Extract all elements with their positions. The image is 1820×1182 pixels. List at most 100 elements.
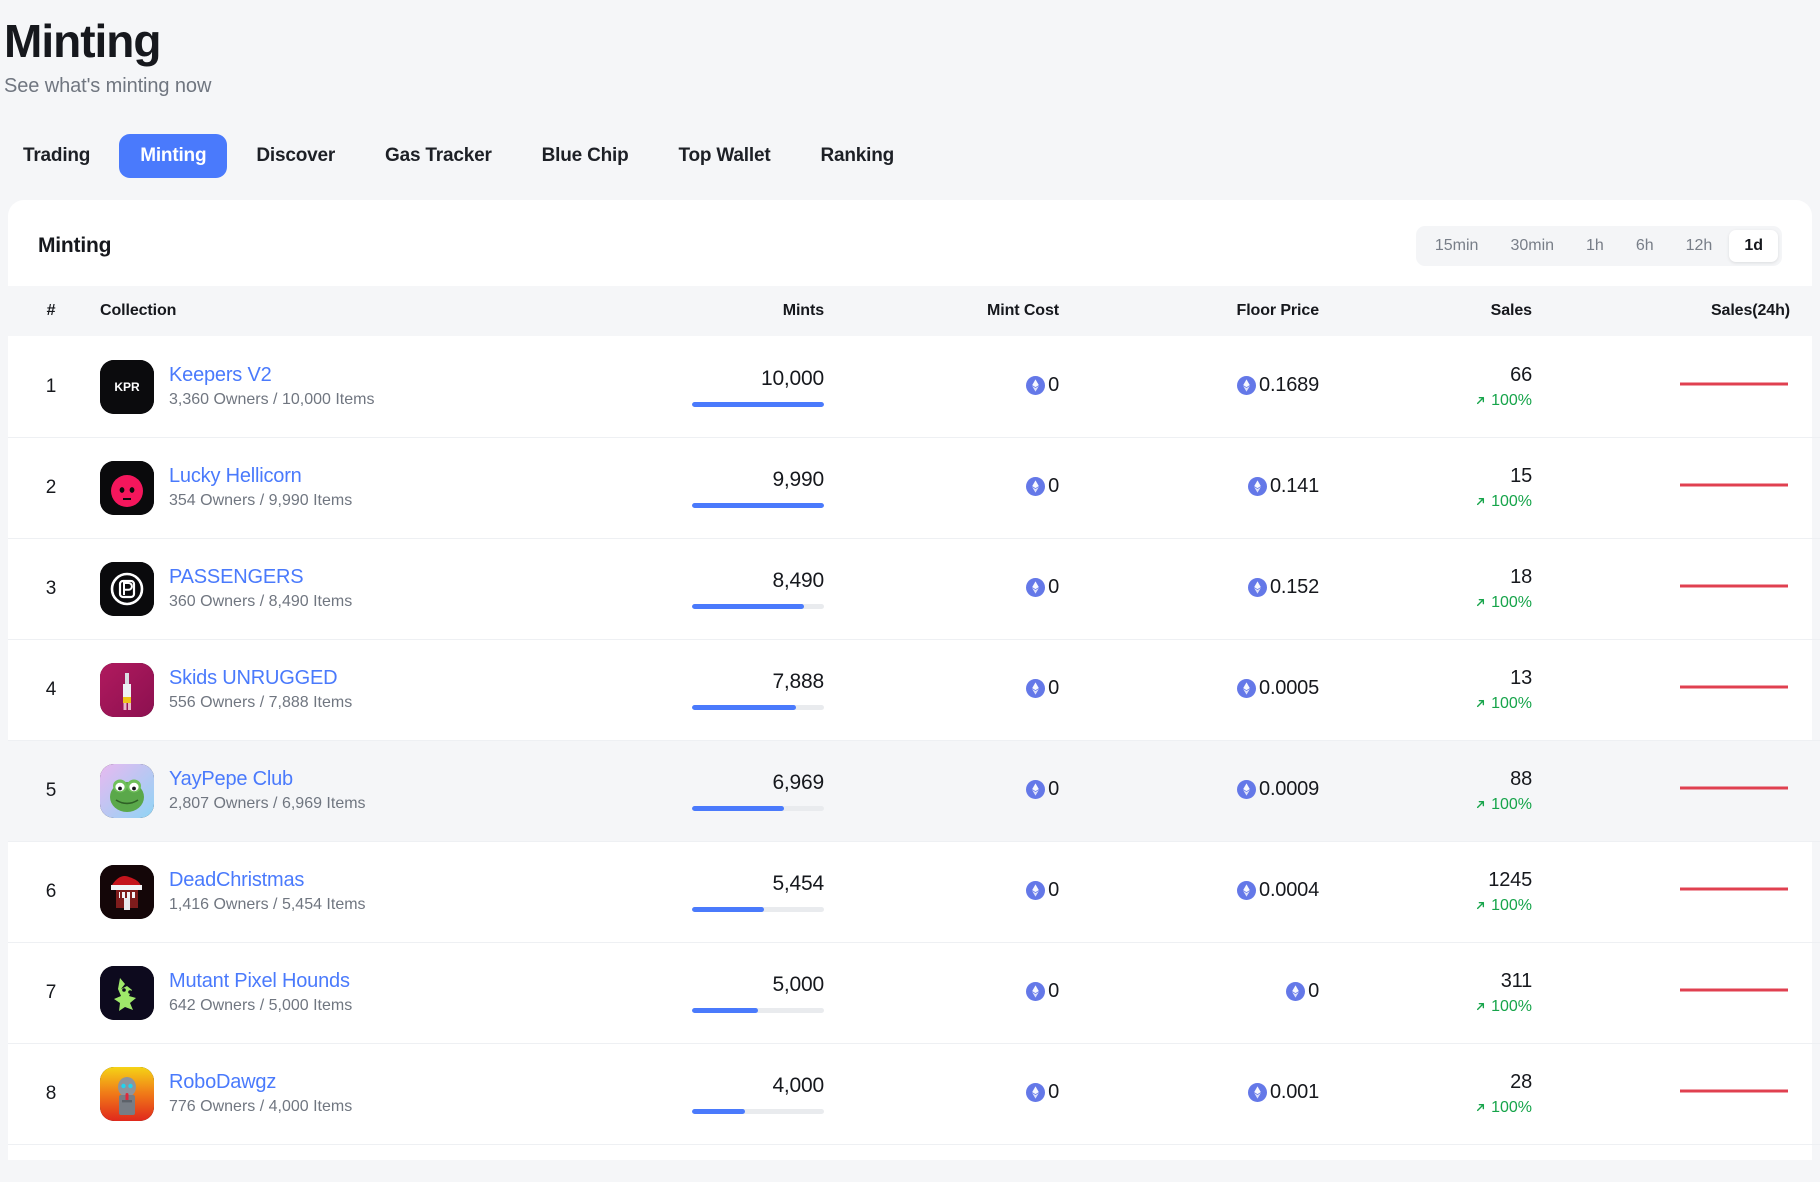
floor-price-value: 0.0009 (1259, 778, 1319, 801)
row-sales-24h-cell (1584, 841, 1820, 942)
tab-top-wallet[interactable]: Top Wallet (658, 134, 792, 178)
row-floor-price-cell: 0.152 (1114, 538, 1364, 639)
collection-owners-items: 1,416 Owners / 5,454 Items (169, 896, 366, 914)
mints-progress-bar (692, 604, 824, 609)
timeframe-option-12h[interactable]: 12h (1671, 230, 1728, 262)
table-row[interactable]: 1KPRKeepers V23,360 Owners / 10,000 Item… (8, 336, 1820, 437)
card-header: Minting 15min30min1h6h12h1d (8, 200, 1812, 286)
row-mints-cell: 10,000 (614, 336, 884, 437)
mints-progress-bar (692, 402, 824, 407)
row-rank: 8 (8, 1043, 94, 1144)
timeframe-option-15min[interactable]: 15min (1420, 230, 1494, 262)
floor-price-value: 0.001 (1270, 1081, 1319, 1104)
table-row[interactable]: 7Mutant Pixel Hounds642 Owners / 5,000 I… (8, 942, 1820, 1043)
collection-name-link[interactable]: Mutant Pixel Hounds (169, 970, 352, 993)
row-rank: 2 (8, 437, 94, 538)
row-collection-cell[interactable]: Lucky Hellicorn354 Owners / 9,990 Items (94, 437, 614, 538)
collection-avatar (100, 1067, 154, 1121)
ethereum-icon (1237, 679, 1256, 698)
collection-owners-items: 360 Owners / 8,490 Items (169, 593, 352, 611)
row-mint-cost-cell: 0 (884, 740, 1114, 841)
row-floor-price-cell: 0.141 (1114, 437, 1364, 538)
sales-value: 28 (1364, 1071, 1532, 1094)
table-row[interactable]: 8RoboDawgz776 Owners / 4,000 Items4,000 0… (8, 1043, 1820, 1144)
arrow-up-right-icon (1474, 1000, 1487, 1013)
table-row[interactable]: 3PASSENGERS360 Owners / 8,490 Items8,490… (8, 538, 1820, 639)
sales-change: 100% (1364, 897, 1532, 915)
arrow-up-right-icon (1474, 697, 1487, 710)
ethereum-icon (1248, 1083, 1267, 1102)
mints-value: 5,454 (614, 872, 824, 896)
row-collection-cell[interactable]: Skids UNRUGGED556 Owners / 7,888 Items (94, 639, 614, 740)
row-collection-cell[interactable]: DeadChristmas 1,416 Owners / 5,454 Items (94, 841, 614, 942)
tab-ranking[interactable]: Ranking (799, 134, 915, 178)
table-row[interactable]: 2Lucky Hellicorn354 Owners / 9,990 Items… (8, 437, 1820, 538)
mints-value: 7,888 (614, 670, 824, 694)
collection-owners-items: 642 Owners / 5,000 Items (169, 997, 352, 1015)
row-floor-price-cell: 0.0004 (1114, 841, 1364, 942)
ethereum-icon (1026, 679, 1045, 698)
tab-label: Ranking (820, 145, 894, 166)
row-mint-cost-cell: 0 (884, 538, 1114, 639)
tab-label: Top Wallet (679, 145, 771, 166)
sales-change-value: 100% (1491, 1099, 1532, 1117)
tab-minting[interactable]: Minting (119, 134, 227, 178)
row-floor-price-cell: 0.0009 (1114, 740, 1364, 841)
tab-gas-tracker[interactable]: Gas Tracker (364, 134, 513, 178)
row-floor-price-cell: 0 (1114, 942, 1364, 1043)
mints-value: 10,000 (614, 367, 824, 391)
mint-cost-value: 0 (1048, 980, 1059, 1003)
arrow-up-right-icon (1474, 899, 1487, 912)
row-collection-cell[interactable]: KPRKeepers V23,360 Owners / 10,000 Items (94, 336, 614, 437)
row-rank: 4 (8, 639, 94, 740)
row-floor-price-cell: 0.1689 (1114, 336, 1364, 437)
sales-value: 18 (1364, 566, 1532, 589)
row-sales-24h-cell (1584, 942, 1820, 1043)
tab-label: Gas Tracker (385, 145, 492, 166)
row-rank: 1 (8, 336, 94, 437)
timeframe-option-30min[interactable]: 30min (1495, 230, 1569, 262)
floor-price-value: 0.152 (1270, 576, 1319, 599)
row-mints-cell: 4,000 (614, 1043, 884, 1144)
ethereum-icon (1286, 982, 1305, 1001)
mints-progress-bar (692, 806, 824, 811)
row-collection-cell[interactable]: PASSENGERS 360 Owners / 8,490 Items (94, 538, 614, 639)
main-tab-bar: TradingMintingDiscover Gas Tracker Blue Ch… (0, 134, 1820, 200)
table-row[interactable]: 5YayPepe Club2,807 Owners / 6,969 Items6… (8, 740, 1820, 841)
column-header-floor-price: Floor Price (1114, 286, 1364, 336)
timeframe-option-6h[interactable]: 6h (1621, 230, 1669, 262)
arrow-up-right-icon (1474, 798, 1487, 811)
sales-change: 100% (1364, 594, 1532, 612)
row-mint-cost-cell: 0 (884, 841, 1114, 942)
floor-price-value: 0.0005 (1259, 677, 1319, 700)
arrow-up-right-icon (1474, 495, 1487, 508)
collection-name-link[interactable]: Skids UNRUGGED (169, 667, 352, 690)
sparkline-flat (1678, 771, 1790, 805)
sales-change-value: 100% (1491, 493, 1532, 511)
collection-name-link[interactable]: PASSENGERS (169, 566, 352, 589)
row-collection-cell[interactable]: Mutant Pixel Hounds 642 Owners / 5,000 It… (94, 942, 614, 1043)
row-rank: 6 (8, 841, 94, 942)
collection-name-link[interactable]: Lucky Hellicorn (169, 465, 352, 488)
card-title: Minting (38, 234, 111, 258)
row-collection-cell[interactable]: YayPepe Club2,807 Owners / 6,969 Items (94, 740, 614, 841)
row-collection-cell[interactable]: RoboDawgz776 Owners / 4,000 Items (94, 1043, 614, 1144)
row-rank: 3 (8, 538, 94, 639)
table-row[interactable]: 4Skids UNRUGGED556 Owners / 7,888 Items7… (8, 639, 1820, 740)
collection-name-link[interactable]: YayPepe Club (169, 768, 366, 791)
tab-discover[interactable]: Discover (235, 134, 356, 178)
timeframe-option-1d[interactable]: 1d (1729, 230, 1778, 262)
collection-name-link[interactable]: DeadChristmas (169, 869, 366, 892)
row-sales-cell: 311100% (1364, 942, 1584, 1043)
tab-blue-chip[interactable]: Blue Chip (521, 134, 650, 178)
table-header: # Collection Mints Mint Cost Floor Price… (8, 286, 1820, 336)
collection-name-link[interactable]: Keepers V2 (169, 364, 374, 387)
collection-avatar (100, 865, 154, 919)
collection-owners-items: 3,360 Owners / 10,000 Items (169, 391, 374, 409)
timeframe-option-1h[interactable]: 1h (1571, 230, 1619, 262)
collection-name-link[interactable]: RoboDawgz (169, 1071, 352, 1094)
row-sales-cell: 66100% (1364, 336, 1584, 437)
table-row[interactable]: 6 DeadChristmas 1,416 Owners / 5,454 Items… (8, 841, 1820, 942)
mints-progress-bar (692, 1109, 824, 1114)
tab-trading[interactable]: Trading (2, 134, 111, 178)
